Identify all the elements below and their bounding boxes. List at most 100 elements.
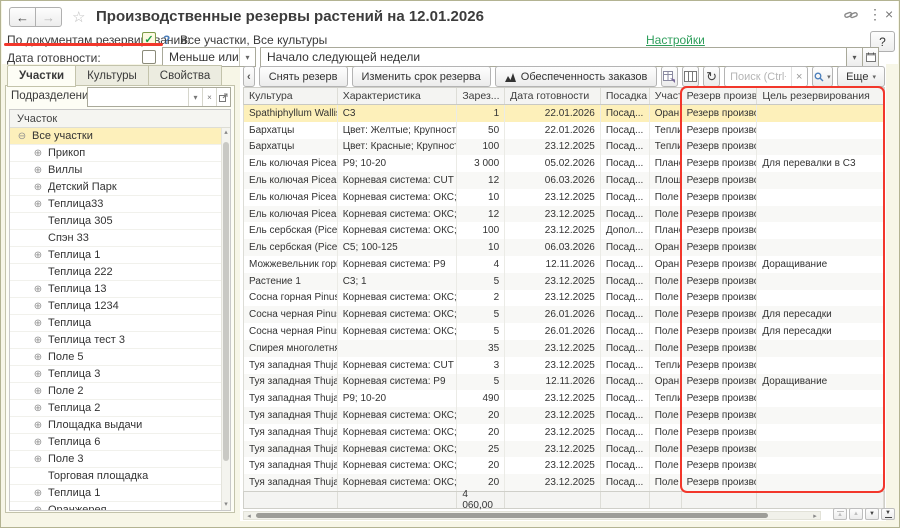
tab-Свойства[interactable]: Свойства: [149, 65, 223, 86]
table-row[interactable]: Сосна горная Pinus m...Корневая система:…: [244, 290, 884, 307]
tree-collapsed-icon[interactable]: ⊕: [32, 403, 44, 414]
column-header[interactable]: Культура: [244, 88, 338, 104]
table-row[interactable]: БархатцыЦвет: Красные; Крупность: Отклон…: [244, 139, 884, 156]
column-header[interactable]: Зарез...: [457, 88, 505, 104]
tree-item[interactable]: ⊕Поле 2: [10, 383, 221, 400]
table-row[interactable]: Спирея многолетняя3523.12.2025Посад...По…: [244, 340, 884, 357]
table-row[interactable]: Spathiphyllum WallisiiC3122.01.2026Посад…: [244, 105, 884, 122]
hscroll-track[interactable]: [254, 512, 810, 519]
go-last-button[interactable]: ▼: [881, 508, 895, 520]
settings-link[interactable]: Настройки: [646, 33, 705, 47]
table-row[interactable]: Сосна черная Pinus ni...Корневая система…: [244, 306, 884, 323]
table-row[interactable]: Ель колючая Picea pu...P9; 10-203 00005.…: [244, 155, 884, 172]
tree-item[interactable]: ⊕Детский Парк: [10, 179, 221, 196]
tree-collapsed-icon[interactable]: ⊕: [32, 335, 44, 346]
search-clear-icon[interactable]: ×: [791, 67, 807, 86]
table-row[interactable]: Можжевельник горизо...Корневая система: …: [244, 256, 884, 273]
tree-item[interactable]: Спэн 33: [10, 230, 221, 247]
table-row[interactable]: Ель колючая Picea pu...Корневая система:…: [244, 189, 884, 206]
tree-collapsed-icon[interactable]: ⊕: [32, 301, 44, 312]
refresh-button[interactable]: ↻: [703, 66, 720, 87]
tree-column-header[interactable]: Участок: [10, 110, 230, 128]
more-menu-icon[interactable]: ⋮: [868, 6, 882, 23]
tree-collapsed-icon[interactable]: ⊕: [32, 250, 44, 261]
open-icon[interactable]: [216, 88, 230, 106]
tree-item[interactable]: ⊖Все участки: [10, 128, 221, 145]
ready-date-checkbox[interactable]: [142, 50, 156, 64]
output-list-button[interactable]: [661, 66, 678, 87]
tree-collapsed-icon[interactable]: ⊕: [32, 488, 44, 499]
tree-collapsed-icon[interactable]: ⊕: [32, 284, 44, 295]
tree-collapsed-icon[interactable]: ⊕: [32, 199, 44, 210]
table-row[interactable]: Ель колючая Picea pu...Корневая система:…: [244, 206, 884, 223]
tree-item[interactable]: ⊕Теплица 3: [10, 366, 221, 383]
orders-coverage-button[interactable]: Обеспеченность заказов: [495, 66, 658, 87]
scroll-up-icon[interactable]: ▴: [224, 128, 228, 138]
page-up-button[interactable]: ▲: [849, 508, 863, 520]
date-value-input[interactable]: Начало следующей недели: [260, 47, 846, 67]
tree-item[interactable]: ⊕Теплица33: [10, 196, 221, 213]
subdivision-input[interactable]: ▾ ×: [87, 87, 231, 107]
tree-item[interactable]: ⊕Виллы: [10, 162, 221, 179]
chevron-down-icon[interactable]: ▾: [188, 88, 202, 106]
tree-item[interactable]: ⊕Прикоп: [10, 145, 221, 162]
tree-item[interactable]: ⊕Теплица 1234: [10, 298, 221, 315]
tree-scroll-track[interactable]: [222, 138, 230, 500]
table-row[interactable]: Туя западная Thuja oc...P9; 10-2049023.1…: [244, 390, 884, 407]
table-row[interactable]: Туя западная Thuja oc...Корневая система…: [244, 357, 884, 374]
go-first-button[interactable]: ▲: [833, 508, 847, 520]
tree-scroll-thumb[interactable]: [223, 142, 229, 461]
tree-collapsed-icon[interactable]: ⊕: [32, 505, 44, 511]
tree-collapsed-icon[interactable]: ⊕: [32, 318, 44, 329]
comparison-select[interactable]: Меньше или равно ▾: [162, 47, 256, 67]
tree-item[interactable]: ⊕Теплица: [10, 315, 221, 332]
calendar-button[interactable]: [862, 47, 879, 67]
table-row[interactable]: Растение 1C3; 1523.12.2025Посад...Поле .…: [244, 273, 884, 290]
column-header[interactable]: Цель резервирования: [757, 88, 884, 104]
column-header[interactable]: Характеристика: [338, 88, 458, 104]
tree-collapsed-icon[interactable]: ⊕: [32, 420, 44, 431]
tree-collapsed-icon[interactable]: ⊕: [32, 369, 44, 380]
clear-icon[interactable]: ×: [202, 88, 216, 106]
back-button[interactable]: ←: [9, 7, 36, 27]
column-header[interactable]: Посадка: [601, 88, 650, 104]
favorite-star-icon[interactable]: ☆: [72, 8, 85, 26]
table-row[interactable]: Туя западная Thuja oc...Корневая система…: [244, 407, 884, 424]
tree-item[interactable]: ⊕Площадка выдачи: [10, 417, 221, 434]
column-header[interactable]: Резерв произво...: [682, 88, 758, 104]
table-row[interactable]: Туя западная Thuja oc...Корневая система…: [244, 424, 884, 441]
table-row[interactable]: Туя западная Thuja oc...Корневая система…: [244, 474, 884, 491]
tree-item[interactable]: ⊕Оранжерея: [10, 502, 221, 510]
table-row[interactable]: Ель сербская (Picea o...Корневая система…: [244, 222, 884, 239]
column-header[interactable]: Дата готовности: [505, 88, 601, 104]
tree-collapsed-icon[interactable]: ⊕: [32, 454, 44, 465]
table-horizontal-scrollbar[interactable]: ◂ ▸: [243, 511, 821, 520]
page-down-button[interactable]: ▼: [865, 508, 879, 520]
configure-columns-button[interactable]: [682, 66, 699, 87]
scroll-right-icon[interactable]: ▸: [810, 512, 820, 520]
scroll-left-icon[interactable]: ◂: [244, 512, 254, 520]
close-icon[interactable]: ×: [885, 6, 893, 22]
tree-collapsed-icon[interactable]: ⊕: [32, 437, 44, 448]
tree-vertical-scrollbar[interactable]: ▴ ▾: [221, 128, 230, 510]
tree-item[interactable]: ⊕Теплица 2: [10, 400, 221, 417]
tree-collapsed-icon[interactable]: ⊕: [32, 352, 44, 363]
tree-item[interactable]: ⊕Поле 3: [10, 451, 221, 468]
tree-item[interactable]: ⊕Теплица 13: [10, 281, 221, 298]
hscroll-thumb[interactable]: [256, 513, 768, 518]
tree-collapsed-icon[interactable]: ⊕: [32, 165, 44, 176]
scroll-down-icon[interactable]: ▾: [224, 500, 228, 510]
tree-item[interactable]: Торговая площадка: [10, 468, 221, 485]
search-options-button[interactable]: ▾: [812, 66, 833, 87]
tree-item[interactable]: ⊕Поле 5: [10, 349, 221, 366]
table-row[interactable]: Ель сербская (Picea o...C5; 100-1251006.…: [244, 239, 884, 256]
collapse-panel-button[interactable]: ‹: [243, 66, 255, 87]
tree-item[interactable]: ⊕Теплица 1: [10, 485, 221, 502]
tree-item[interactable]: ⊕Теплица тест 3: [10, 332, 221, 349]
tree-collapsed-icon[interactable]: ⊕: [32, 182, 44, 193]
tab-Культуры[interactable]: Культуры: [76, 65, 149, 86]
table-row[interactable]: БархатцыЦвет: Желтые; Крупность: Прямост…: [244, 122, 884, 139]
tree-item[interactable]: Теплица 222: [10, 264, 221, 281]
tab-Участки[interactable]: Участки: [7, 65, 76, 87]
date-dropdown-button[interactable]: ▾: [846, 47, 863, 67]
